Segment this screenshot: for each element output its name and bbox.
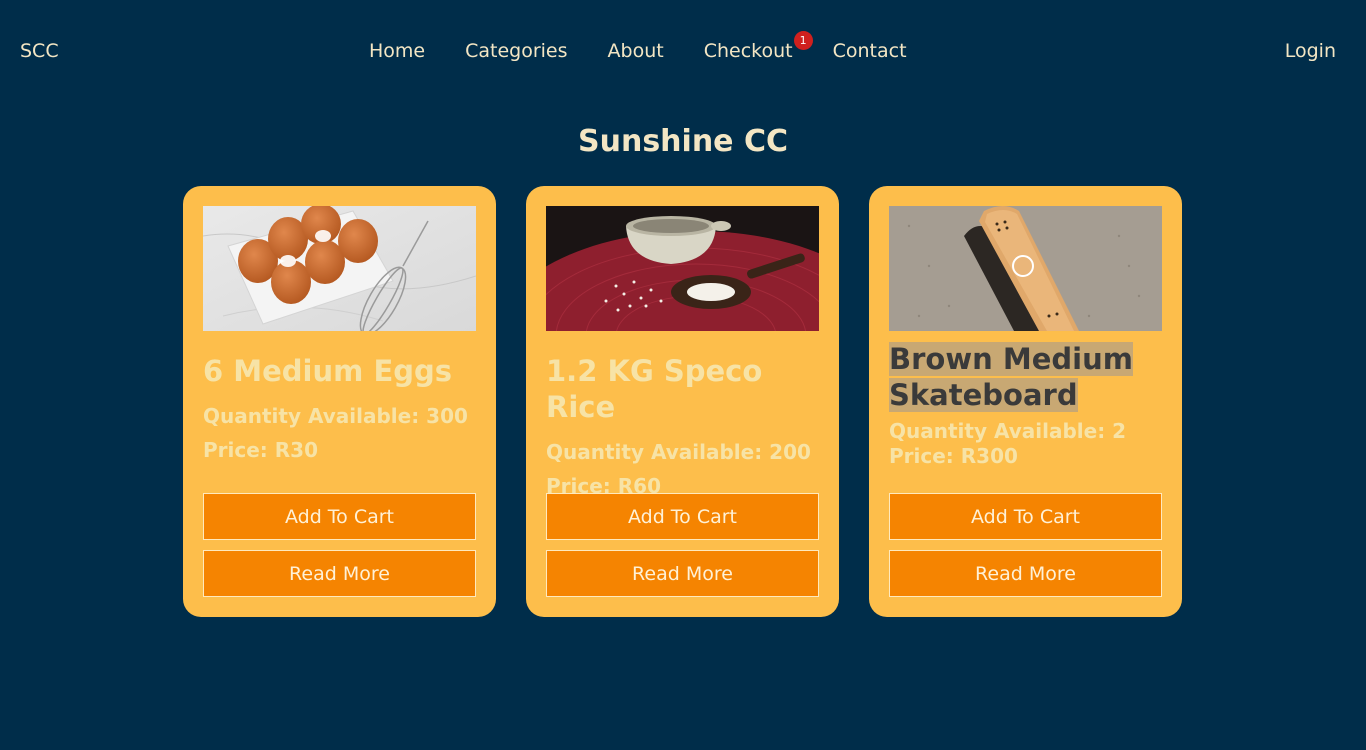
product-name: Brown Medium Skateboard xyxy=(889,342,1133,412)
brand-logo[interactable]: SCC xyxy=(20,40,59,62)
login-link[interactable]: Login xyxy=(1285,40,1336,62)
product-quantity: Quantity Available: 2 xyxy=(889,419,1127,443)
product-card: 6 Medium Eggs Quantity Available: 300 Pr… xyxy=(183,186,496,617)
product-name: 1.2 KG Speco Rice xyxy=(546,354,763,424)
product-quantity: Quantity Available: 300 xyxy=(203,404,468,428)
product-card: Brown Medium Skateboard Quantity Availab… xyxy=(869,186,1182,617)
nav-link-checkout[interactable]: Checkout 1 xyxy=(703,31,813,62)
skateboard-photo xyxy=(889,206,1162,331)
nav-link-about[interactable]: About xyxy=(608,40,664,62)
product-price: Price: R30 xyxy=(203,438,318,462)
navbar: SCC Home Categories About Checkout 1 Cont… xyxy=(0,0,1366,104)
nav-links: Home Categories About Checkout 1 Contact xyxy=(369,31,907,62)
rice-photo xyxy=(546,206,819,331)
product-grid: 6 Medium Eggs Quantity Available: 300 Pr… xyxy=(183,186,1182,617)
page-title: Sunshine CC xyxy=(578,124,788,159)
product-price: Price: R300 xyxy=(889,444,1018,468)
eggs-photo xyxy=(203,206,476,331)
add-to-cart-button[interactable]: Add To Cart xyxy=(203,493,476,540)
nav-link-contact[interactable]: Contact xyxy=(833,40,907,62)
cart-count-badge: 1 xyxy=(793,31,813,50)
nav-link-home[interactable]: Home xyxy=(369,40,425,62)
nav-link-checkout-label: Checkout xyxy=(703,40,793,62)
product-name: 6 Medium Eggs xyxy=(203,354,453,388)
nav-link-categories[interactable]: Categories xyxy=(465,40,567,62)
read-more-button[interactable]: Read More xyxy=(546,550,819,597)
product-card: 1.2 KG Speco Rice Quantity Available: 20… xyxy=(526,186,839,617)
product-quantity: Quantity Available: 200 xyxy=(546,440,811,464)
read-more-button[interactable]: Read More xyxy=(889,550,1162,597)
add-to-cart-button[interactable]: Add To Cart xyxy=(546,493,819,540)
add-to-cart-button[interactable]: Add To Cart xyxy=(889,493,1162,540)
read-more-button[interactable]: Read More xyxy=(203,550,476,597)
